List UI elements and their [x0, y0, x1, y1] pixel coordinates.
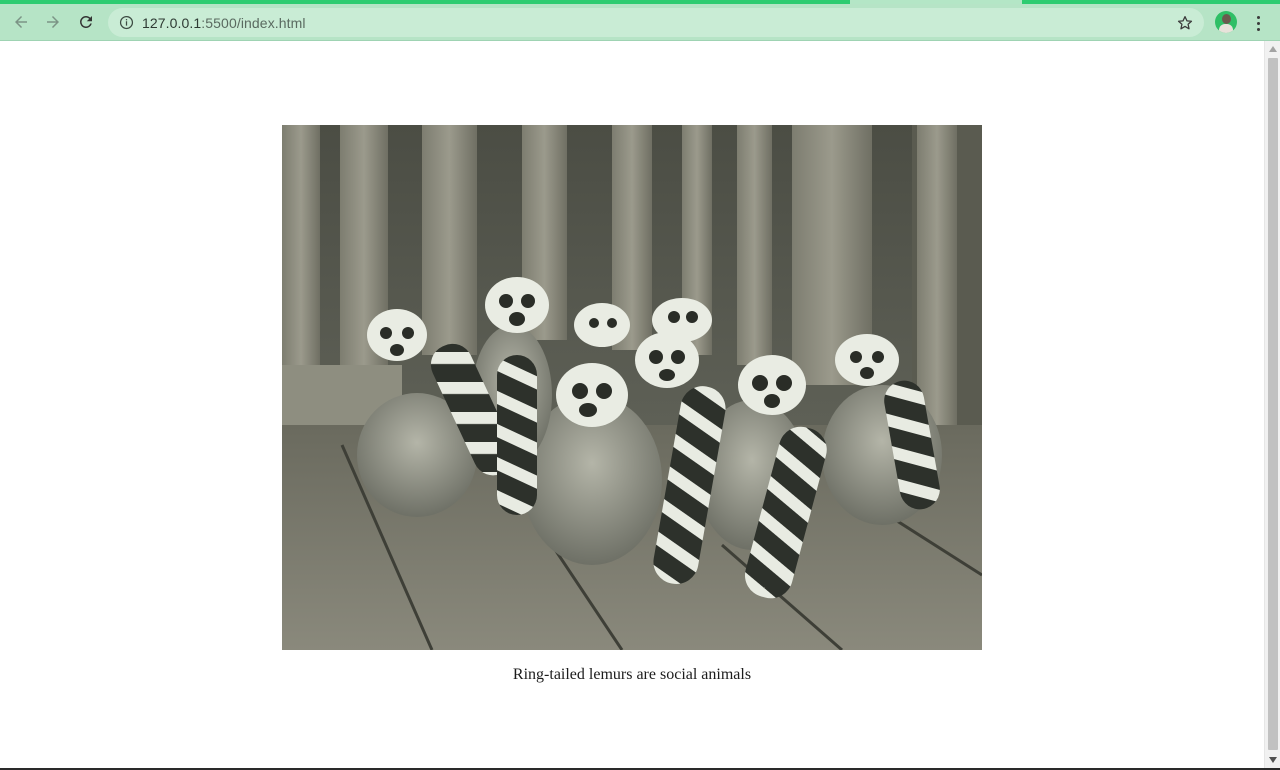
address-bar[interactable]: 127.0.0.1:5500/index.html — [108, 8, 1204, 37]
scroll-thumb[interactable] — [1268, 58, 1278, 750]
reload-button[interactable] — [73, 9, 99, 35]
scroll-up-button[interactable] — [1265, 41, 1280, 57]
page-viewport: Ring-tailed lemurs are social animals — [0, 41, 1264, 768]
scroll-down-button[interactable] — [1265, 752, 1280, 768]
profile-avatar[interactable] — [1215, 11, 1237, 33]
info-icon[interactable] — [119, 15, 134, 30]
url-host: 127.0.0.1 — [142, 14, 202, 31]
browser-toolbar: 127.0.0.1:5500/index.html — [0, 4, 1280, 41]
forward-button[interactable] — [40, 9, 66, 35]
ring-tailed-lemurs-photo — [282, 125, 982, 650]
vertical-scrollbar[interactable] — [1264, 41, 1280, 768]
url-path: :5500/index.html — [201, 14, 306, 31]
back-button[interactable] — [8, 9, 34, 35]
figure-caption: Ring-tailed lemurs are social animals — [512, 666, 752, 683]
kebab-menu-icon[interactable] — [1248, 13, 1268, 33]
chevron-down-icon — [1269, 757, 1277, 763]
url-text[interactable]: 127.0.0.1:5500/index.html — [142, 15, 306, 31]
star-icon — [1177, 15, 1193, 30]
arrow-right-icon — [47, 16, 59, 28]
arrow-left-icon — [15, 16, 27, 28]
lemurs-photo — [282, 125, 982, 650]
chevron-up-icon — [1269, 46, 1277, 52]
reload-icon — [80, 15, 92, 28]
bookmark-star-button[interactable] — [1176, 14, 1194, 32]
